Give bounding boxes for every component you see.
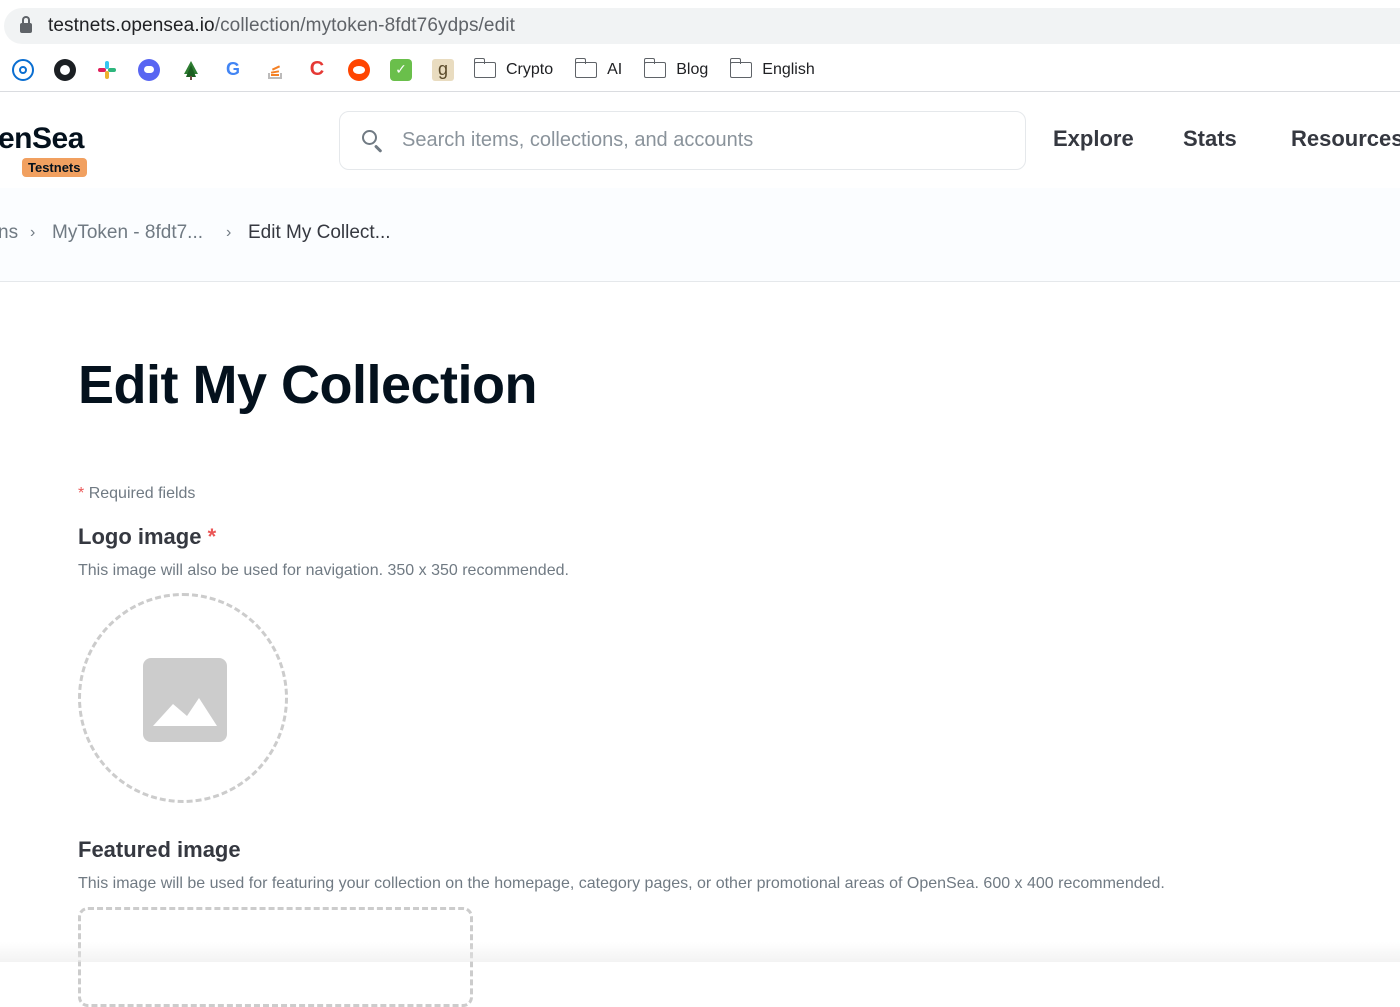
required-star: * (78, 485, 85, 502)
required-note-text: Required fields (88, 485, 196, 502)
folder-icon (643, 57, 667, 78)
testnets-badge: Testnets (22, 158, 87, 177)
breadcrumb-separator: › (226, 224, 232, 241)
featured-image-help: This image will be used for featuring yo… (78, 875, 1165, 892)
search-input[interactable] (402, 129, 1002, 152)
scroll-fade (0, 942, 1400, 962)
bookmark-folder-crypto[interactable]: Crypto (473, 57, 553, 79)
google-icon[interactable]: G (222, 59, 244, 81)
check-icon[interactable]: ✓ (390, 58, 412, 81)
url-host: testnets.opensea.io (48, 15, 215, 36)
browser-address-bar: testnets.opensea.io/collection/mytoken-8… (0, 0, 1400, 48)
logo-label-text: Logo image (78, 524, 202, 549)
breadcrumb-item-collections[interactable]: ns (0, 222, 18, 244)
logo-image-dropzone[interactable] (78, 593, 288, 803)
logo-image-label: Logo image * (78, 524, 216, 550)
nav-stats[interactable]: Stats (1183, 126, 1237, 152)
nav-explore[interactable]: Explore (1053, 126, 1134, 152)
folder-icon (473, 57, 496, 78)
site-logo[interactable]: enSea (0, 122, 84, 156)
breadcrumb: ns › MyToken - 8fdt7... › Edit My Collec… (0, 188, 1400, 282)
folder-icon (729, 57, 753, 78)
bookmark-folder-blog[interactable]: Blog (643, 57, 708, 79)
1password-icon[interactable] (12, 58, 34, 81)
slack-icon[interactable] (96, 59, 118, 81)
bookmark-folder-ai[interactable]: AI (574, 57, 622, 79)
image-placeholder-icon (143, 658, 227, 742)
search-icon (360, 129, 384, 153)
featured-image-label: Featured image (78, 837, 241, 862)
g-icon[interactable]: g (432, 58, 454, 81)
breadcrumb-item-collection[interactable]: MyToken - 8fdt7... (52, 222, 203, 244)
breadcrumb-separator: › (30, 224, 36, 241)
url-text[interactable]: testnets.opensea.io/collection/mytoken-8… (48, 15, 515, 37)
lock-icon[interactable] (20, 16, 32, 34)
discord-icon[interactable] (138, 58, 160, 81)
required-star: * (207, 524, 217, 549)
breadcrumb-item-current: Edit My Collect... (248, 222, 391, 243)
reddit-icon[interactable] (348, 58, 370, 81)
nav-resources[interactable]: Resources (1291, 126, 1400, 152)
tree-icon[interactable] (180, 59, 202, 81)
required-fields-note: * Required fields (78, 485, 195, 503)
page-title: Edit My Collection (78, 355, 538, 415)
bookmark-folder-english[interactable]: English (729, 57, 815, 79)
url-field[interactable]: testnets.opensea.io/collection/mytoken-8… (4, 8, 1400, 44)
folder-icon (574, 57, 598, 78)
github-icon[interactable] (54, 58, 76, 81)
logo-image-help: This image will also be used for navigat… (78, 562, 569, 579)
site-header: enSea Testnets Explore Stats Resources (0, 92, 1400, 188)
url-path: /collection/mytoken-8fdt76ydps/edit (214, 15, 515, 36)
bookmarks-bar: G C ✓ g Crypto AI Blog English (0, 48, 1400, 92)
c-icon[interactable]: C (306, 58, 328, 81)
stackoverflow-icon[interactable] (264, 59, 286, 81)
search-bar[interactable] (339, 111, 1026, 170)
